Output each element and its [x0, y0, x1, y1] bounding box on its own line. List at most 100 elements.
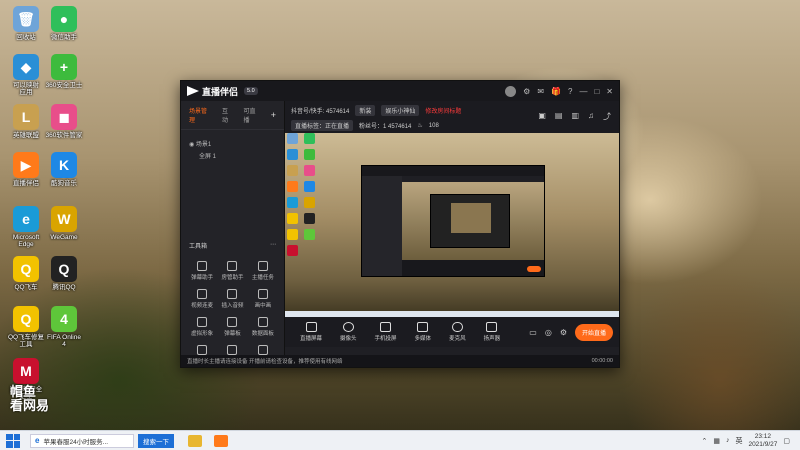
screen-capture-label: 直播屏幕 [300, 336, 323, 342]
windows-start-icon[interactable] [6, 433, 20, 448]
gift-box-icon[interactable]: ▣ [538, 111, 546, 122]
tool-label: 画中画 [254, 303, 272, 309]
room-title[interactable]: 娱乐小神仙 [381, 105, 420, 116]
app-icon: + [51, 54, 77, 80]
add-scene-button[interactable]: + [271, 110, 276, 120]
phone-cast-label: 手机投屏 [374, 336, 397, 342]
app-icon: 🗑 [13, 6, 39, 32]
desktop-icon[interactable]: ◼ 360软件管家 [40, 104, 88, 139]
settings-icon[interactable]: ⚙ [523, 87, 530, 96]
network-icon[interactable]: ▦ [713, 437, 720, 445]
clock[interactable]: 23:12 2021/9/27 [748, 433, 777, 447]
scene-item[interactable]: ◉ 场景1 [189, 139, 276, 148]
desktop-icon[interactable]: K 酷狗音乐 [40, 152, 88, 187]
tab-interact[interactable]: 互动 [222, 106, 234, 124]
live-companion-window: 直播伴侣 5.0 ⚙ ✉ 🎁 ? — □ ✕ 场景管理 互动 可直播 + ◉ 场… [180, 80, 620, 368]
tool-icon [227, 345, 238, 355]
desktop-icon-label: 回收站 [16, 34, 36, 41]
fire-icon: ♨ [417, 123, 423, 129]
maximize-icon[interactable]: □ [594, 87, 599, 96]
app-icon: Q [13, 256, 39, 282]
tool-item[interactable]: 插入音频 [217, 289, 247, 309]
desktop-icon[interactable]: +360安全卫士 [40, 54, 88, 89]
camera-label: 摄像头 [340, 336, 357, 342]
app-icon: ◼ [51, 104, 77, 130]
notification-icon[interactable]: ▢ [783, 437, 790, 445]
multimedia-button[interactable]: 多媒体 [415, 322, 431, 342]
tool-item[interactable]: 虚拟形象 [187, 317, 217, 337]
start-live-button[interactable]: 开始直播 [574, 323, 613, 341]
help-icon[interactable]: ? [568, 87, 572, 96]
edit-title-link[interactable]: 修改房间标题 [425, 106, 461, 115]
gear-icon[interactable]: ⚙ [560, 328, 567, 337]
volume-icon[interactable]: ♪ [726, 437, 730, 444]
app-icon: K [51, 152, 77, 178]
chart-icon[interactable]: ▤ [555, 111, 563, 122]
microphone-button[interactable]: 麦克风 [449, 322, 466, 342]
tool-item[interactable]: 弹幕板 [217, 317, 247, 337]
tool-item[interactable]: 画中画 [248, 289, 278, 309]
share-icon[interactable]: ⤴ [603, 111, 611, 122]
speaker-label: 扬声器 [483, 336, 501, 342]
tool-item[interactable]: 房管助手 [217, 261, 247, 281]
screen-capture-button[interactable]: 直播屏幕 [300, 322, 322, 342]
app-icon: e [13, 206, 39, 232]
tool-label: 主播任务 [251, 275, 274, 281]
record-icon[interactable]: ▭ [529, 328, 537, 337]
tool-item[interactable]: 视频连麦 [187, 289, 217, 309]
app-icon: Q [13, 306, 39, 332]
camera-button[interactable]: 摄像头 [340, 322, 357, 342]
tool-icon [197, 261, 208, 271]
tool-icon [257, 289, 268, 299]
ime-indicator[interactable]: 英 [735, 436, 742, 446]
app-icon: ● [51, 6, 77, 32]
live-companion-taskbar-icon[interactable] [214, 434, 228, 447]
eye-icon[interactable]: ◎ [545, 328, 552, 337]
desktop-icon[interactable]: Q 腾讯QQ [40, 256, 88, 291]
source-controls: 直播屏幕 摄像头 手机投屏 多媒体 麦克风 扬声器 ▭ ◎ ⚙ 开始直播 [285, 317, 619, 347]
app-icon: ◆ [13, 54, 39, 80]
microphone-icon [451, 322, 463, 332]
taskbar-search[interactable]: e 苹果春服24小时服务... [30, 433, 134, 448]
tab-live[interactable]: 可直播 [243, 106, 260, 124]
tool-item[interactable]: 数据面板 [248, 317, 278, 337]
tab-scene[interactable]: 场景管理 [189, 106, 212, 124]
tool-label: 数据面板 [251, 331, 274, 337]
app-logo: 直播伴侣 5.0 [187, 85, 258, 98]
media-icon [417, 322, 429, 332]
app-icon: ▶ [13, 152, 39, 178]
desktop-icon-label: 微信助手 [51, 34, 77, 41]
tool-label: 视频连麦 [191, 303, 214, 309]
minimize-icon[interactable]: — [579, 87, 587, 96]
search-button[interactable]: 搜索一下 [138, 433, 174, 448]
folder-icon[interactable]: ▥ [571, 111, 579, 122]
desktop-icon-label: Microsoft Edge [12, 234, 40, 249]
live-preview[interactable] [285, 133, 619, 317]
bell-icon[interactable]: ♫ [588, 111, 594, 122]
tool-item[interactable]: 主播任务 [248, 261, 278, 281]
app-icon: 4 [51, 306, 77, 332]
message-icon[interactable]: ✉ [537, 87, 544, 96]
camera-icon [342, 322, 354, 332]
desktop-icon[interactable]: W WeGame [40, 206, 88, 241]
app-icon: M [13, 358, 39, 384]
desktop-icon[interactable]: 4 FIFA Online 4 [40, 306, 88, 349]
avatar[interactable] [505, 85, 517, 97]
speaker-button[interactable]: 扬声器 [483, 322, 501, 342]
phone-cast-button[interactable]: 手机投屏 [375, 322, 397, 342]
live-tag[interactable]: 直播标签：正在直播 [291, 120, 354, 131]
desktop-watermark: 帽鱼 看网易 [10, 384, 50, 413]
desktop-icon[interactable]: ● 微信助手 [40, 6, 88, 41]
file-explorer-icon[interactable] [188, 434, 202, 447]
desktop-icon-label: 腾讯QQ [52, 284, 76, 291]
scene-source-item[interactable]: 全屏 1 [189, 151, 276, 160]
window-titlebar: 直播伴侣 5.0 ⚙ ✉ 🎁 ? — □ ✕ [181, 81, 619, 101]
gift-icon[interactable]: 🎁 [551, 87, 561, 96]
chevron-up-icon[interactable]: ⌃ [701, 437, 707, 445]
desktop-icon-label: 直播伴侣 [13, 180, 39, 187]
left-panel: 场景管理 互动 可直播 + ◉ 场景1 全屏 1 工具箱 ⋯ 弹幕助手 房管助手 主… [181, 101, 285, 367]
toolbox-more-icon[interactable]: ⋯ [270, 241, 276, 250]
tool-item[interactable]: 弹幕助手 [187, 261, 217, 281]
toolbox-header: 工具箱 ⋯ [189, 241, 276, 250]
close-icon[interactable]: ✕ [606, 87, 613, 96]
